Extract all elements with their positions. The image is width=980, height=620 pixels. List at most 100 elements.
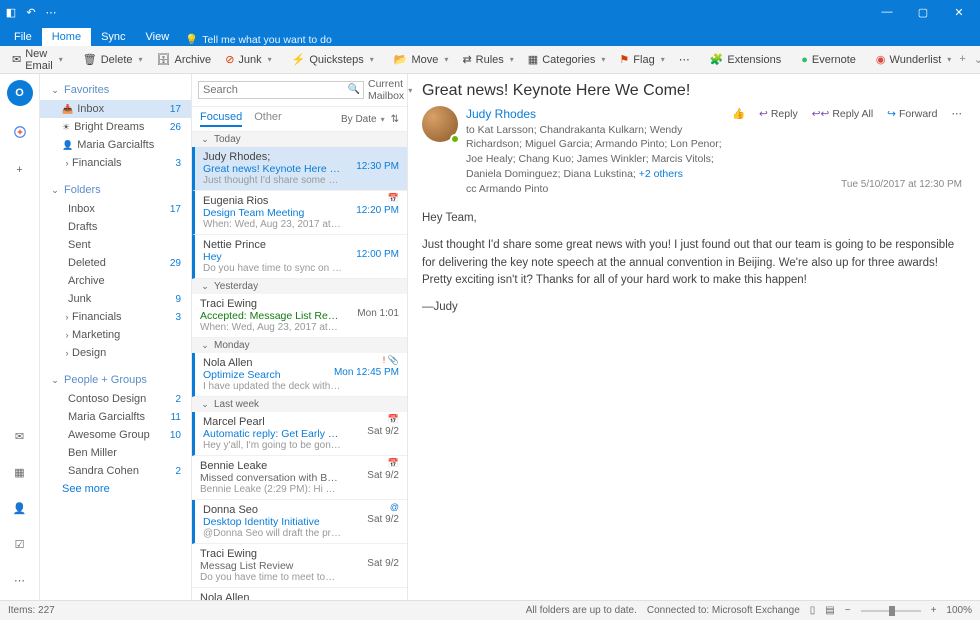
extensions-button[interactable]: 🧩Extensions (704, 51, 788, 68)
sender-name[interactable]: Judy Rhodes (466, 106, 728, 123)
close-button[interactable]: ✕ (942, 0, 976, 24)
sender-avatar[interactable] (422, 106, 458, 142)
search-row: 🔍 Current Mailbox▾ (192, 74, 407, 107)
search-scope[interactable]: Current Mailbox▾ (368, 78, 412, 102)
folder-deleted[interactable]: Deleted29 (40, 254, 191, 272)
ribbon-collapse-icon[interactable]: ⌄ (974, 53, 980, 66)
folder-junk[interactable]: Junk9 (40, 290, 191, 308)
quicksteps-button[interactable]: ⚡Quicksteps▾ (286, 51, 380, 68)
people-contoso[interactable]: Contoso Design2 (40, 390, 191, 408)
calendar-rail-icon[interactable]: ▦ (8, 460, 32, 484)
undo-icon[interactable]: ↶ (24, 5, 38, 19)
tab-home[interactable]: Home (42, 28, 91, 46)
reply-all-label: Reply All (832, 107, 873, 122)
forward-button[interactable]: ↪Forward (883, 106, 941, 123)
reply-all-button[interactable]: ↩↩Reply All (808, 106, 877, 123)
people-header[interactable]: ⌄People + Groups (40, 370, 191, 390)
outlook-icon[interactable]: O (7, 80, 33, 106)
folder-financials[interactable]: ›Financials3 (40, 308, 191, 326)
maximize-button[interactable]: ▢ (906, 0, 940, 24)
folder-sent[interactable]: Sent (40, 236, 191, 254)
wunderlist-button[interactable]: ◉Wunderlist▾ (870, 51, 957, 68)
message-item[interactable]: Traci Ewing Messag List Review Do you ha… (192, 544, 407, 588)
fav-financials[interactable]: ›Financials3 (40, 154, 191, 172)
mail-rail-icon[interactable]: ✉ (8, 424, 32, 448)
fav-bright-dreams[interactable]: ☀Bright Dreams26 (40, 118, 191, 136)
junk-button[interactable]: ⊘Junk▾ (219, 51, 277, 68)
message-item[interactable]: ! 📎 Nola Allen Optimize Search I have up… (192, 353, 407, 397)
zoom-slider[interactable] (861, 610, 921, 612)
message-item[interactable]: Judy Rhodes; Great news! Keynote Here We… (192, 147, 407, 191)
delete-button[interactable]: 🗑Delete▾ (77, 51, 149, 68)
see-more-link[interactable]: See more (40, 480, 191, 498)
group-monday[interactable]: ⌄Monday (192, 338, 407, 353)
zoom-out-button[interactable]: − (845, 605, 851, 616)
folder-icon: ☀ (62, 122, 70, 133)
message-item[interactable]: Nettie Prince Hey Do you have time to sy… (192, 235, 407, 279)
move-button[interactable]: 📂Move▾ (388, 51, 455, 68)
folder-marketing[interactable]: ›Marketing (40, 326, 191, 344)
flag-button[interactable]: ⚑Flag▾ (613, 51, 670, 68)
like-button[interactable]: 👍 (728, 106, 749, 123)
message-item[interactable]: Traci Ewing Accepted: Message List Rende… (192, 294, 407, 338)
view-reading-icon[interactable]: ▤ (825, 605, 834, 616)
folder-drafts[interactable]: Drafts (40, 218, 191, 236)
tell-me[interactable]: 💡 Tell me what you want to do (185, 33, 332, 46)
message-item[interactable]: 📅 Bennie Leake Missed conversation with … (192, 456, 407, 500)
archive-button[interactable]: 🗄Archive (151, 51, 218, 68)
group-label: Monday (214, 340, 250, 351)
minimize-button[interactable]: — (870, 0, 904, 24)
tab-focused[interactable]: Focused (200, 111, 242, 127)
people-ben[interactable]: Ben Miller (40, 444, 191, 462)
people-awesome[interactable]: Awesome Group10 (40, 426, 191, 444)
sort-button[interactable]: By Date▾⇅ (341, 111, 399, 127)
rules-button[interactable]: ⇄Rules▾ (456, 51, 519, 68)
group-lastweek[interactable]: ⌄Last week (192, 397, 407, 412)
msg-subject: Messag List Review (200, 560, 340, 572)
search-icon[interactable]: 🔍 (348, 84, 360, 95)
tab-view[interactable]: View (136, 28, 180, 46)
ribbon-add-icon[interactable]: + (959, 53, 965, 66)
more-recipients[interactable]: +2 others (639, 168, 683, 180)
more-button[interactable]: ⋯ (673, 51, 696, 68)
group-yesterday[interactable]: ⌄Yesterday (192, 279, 407, 294)
folder-archive[interactable]: Archive (40, 272, 191, 290)
view-normal-icon[interactable]: ▯ (810, 605, 816, 616)
google-icon[interactable] (8, 120, 32, 144)
people-maria[interactable]: Maria Garcialfts11 (40, 408, 191, 426)
message-item[interactable]: Nola Allen (192, 588, 407, 600)
add-account-icon[interactable]: + (8, 158, 32, 182)
folders-header[interactable]: ⌄Folders (40, 180, 191, 200)
folder-pane: ⌄Favorites 📥Inbox17 ☀Bright Dreams26 👤Ma… (40, 74, 192, 600)
message-item[interactable]: 📅 Marcel Pearl Automatic reply: Get Earl… (192, 412, 407, 456)
count-badge: 17 (170, 204, 181, 215)
new-email-button[interactable]: ✉New Email▾ (6, 46, 69, 74)
junk-label: Junk (238, 54, 261, 66)
more-actions-button[interactable]: ⋯ (948, 106, 967, 123)
favorites-header[interactable]: ⌄Favorites (40, 80, 191, 100)
folder-inbox[interactable]: Inbox17 (40, 200, 191, 218)
message-item[interactable]: @ Donna Seo Desktop Identity Initiative … (192, 500, 407, 544)
filter-icon: ⇅ (391, 114, 399, 125)
tasks-rail-icon[interactable]: ☑ (8, 532, 32, 556)
tab-file[interactable]: File (4, 28, 42, 46)
message-item[interactable]: 📅 Eugenia Rios Design Team Meeting When:… (192, 191, 407, 235)
search-input[interactable] (198, 81, 364, 99)
fav-maria[interactable]: 👤Maria Garcialfts (40, 136, 191, 154)
zoom-thumb[interactable] (889, 606, 895, 616)
more-icon[interactable]: ⋯ (44, 5, 58, 19)
folder-design[interactable]: ›Design (40, 344, 191, 362)
group-today[interactable]: ⌄Today (192, 132, 407, 147)
categories-button[interactable]: ▦Categories▾ (522, 51, 612, 68)
zoom-in-button[interactable]: + (931, 605, 937, 616)
people-rail-icon[interactable]: 👤 (8, 496, 32, 520)
fav-inbox[interactable]: 📥Inbox17 (40, 100, 191, 118)
tab-other[interactable]: Other (254, 111, 282, 127)
evernote-button[interactable]: ●Evernote (795, 52, 862, 68)
tab-sync[interactable]: Sync (91, 28, 135, 46)
more-rail-icon[interactable]: ⋯ (8, 568, 32, 592)
msg-subject: Desktop Identity Initiative (203, 516, 343, 528)
reply-button[interactable]: ↩Reply (755, 106, 802, 123)
people-sandra[interactable]: Sandra Cohen2 (40, 462, 191, 480)
body-signature: —Judy (422, 299, 966, 316)
